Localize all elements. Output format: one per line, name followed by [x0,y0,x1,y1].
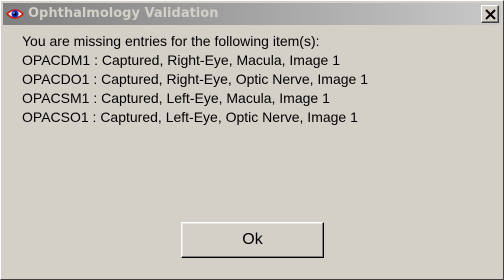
close-button[interactable] [481,5,499,23]
eye-app-icon [5,5,25,23]
missing-item: OPACSM1 : Captured, Left-Eye, Macula, Im… [22,90,330,106]
missing-item: OPACDO1 : Captured, Right-Eye, Optic Ner… [22,71,368,87]
missing-item: OPACDM1 : Captured, Right-Eye, Macula, I… [22,52,340,68]
validation-dialog: Ophthalmology Validation You are missing… [0,0,504,280]
message-text: You are missing entries for the followin… [22,32,368,127]
window-title: Ophthalmology Validation [28,6,219,21]
missing-item: OPACSO1 : Captured, Left-Eye, Optic Nerv… [22,109,358,125]
title-bar[interactable]: Ophthalmology Validation [3,3,501,25]
ok-button[interactable]: Ok [181,222,324,258]
close-icon [485,9,496,20]
message-intro: You are missing entries for the followin… [22,33,320,49]
